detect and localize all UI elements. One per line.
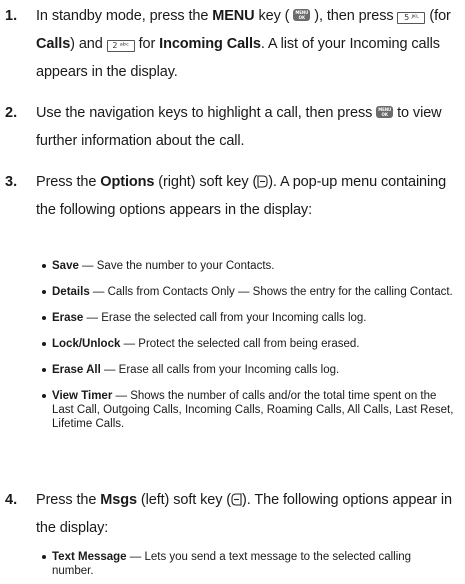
step-number: 1. — [5, 8, 18, 24]
list-item: Erase — Erase the selected call from you… — [42, 311, 455, 325]
key-2-icon: 2 ᵃᵇᶜ — [106, 40, 135, 52]
menu-ok-key-icon — [293, 9, 311, 21]
step-text: Press the Options (right) soft key (). A… — [36, 174, 447, 218]
calls-label: Calls — [36, 36, 71, 52]
step-text: Use the navigation keys to highlight a c… — [36, 99, 461, 155]
list-item: Text Message — Lets you send a text mess… — [42, 550, 455, 578]
incoming-calls-label: Incoming Calls — [159, 36, 261, 52]
manual-page: 1. In standby mode, press the MENU key (… — [0, 0, 465, 584]
list-item: Lock/Unlock — Protect the selected call … — [42, 337, 455, 351]
right-softkey-icon — [257, 175, 268, 188]
list-item: Save — Save the number to your Contacts. — [42, 259, 455, 273]
list-item: Erase All — Erase all calls from your In… — [42, 363, 455, 377]
msgs-label: Msgs — [100, 492, 137, 508]
list-item: Details — Calls from Contacts Only — Sho… — [42, 285, 455, 299]
options-list: Save — Save the number to your Contacts.… — [42, 259, 455, 431]
left-softkey-icon — [231, 493, 242, 506]
menu-ok-key-icon — [376, 106, 394, 118]
step-number: 3. — [5, 174, 18, 190]
step-number: 2. — [5, 105, 18, 121]
menu-key-label: MENU — [212, 8, 255, 24]
step-text: In standby mode, press the MENU key ( ),… — [36, 2, 461, 86]
step-number: 4. — [5, 492, 18, 508]
key-5-icon: 5 ᴶᴷᴸ — [397, 12, 426, 24]
list-item: View Timer — Shows the number of calls a… — [42, 389, 455, 431]
step-text: Press the Msgs (left) soft key (). The f… — [36, 492, 452, 536]
options-label: Options — [100, 174, 155, 190]
msgs-options-list: Text Message — Lets you send a text mess… — [42, 550, 455, 578]
